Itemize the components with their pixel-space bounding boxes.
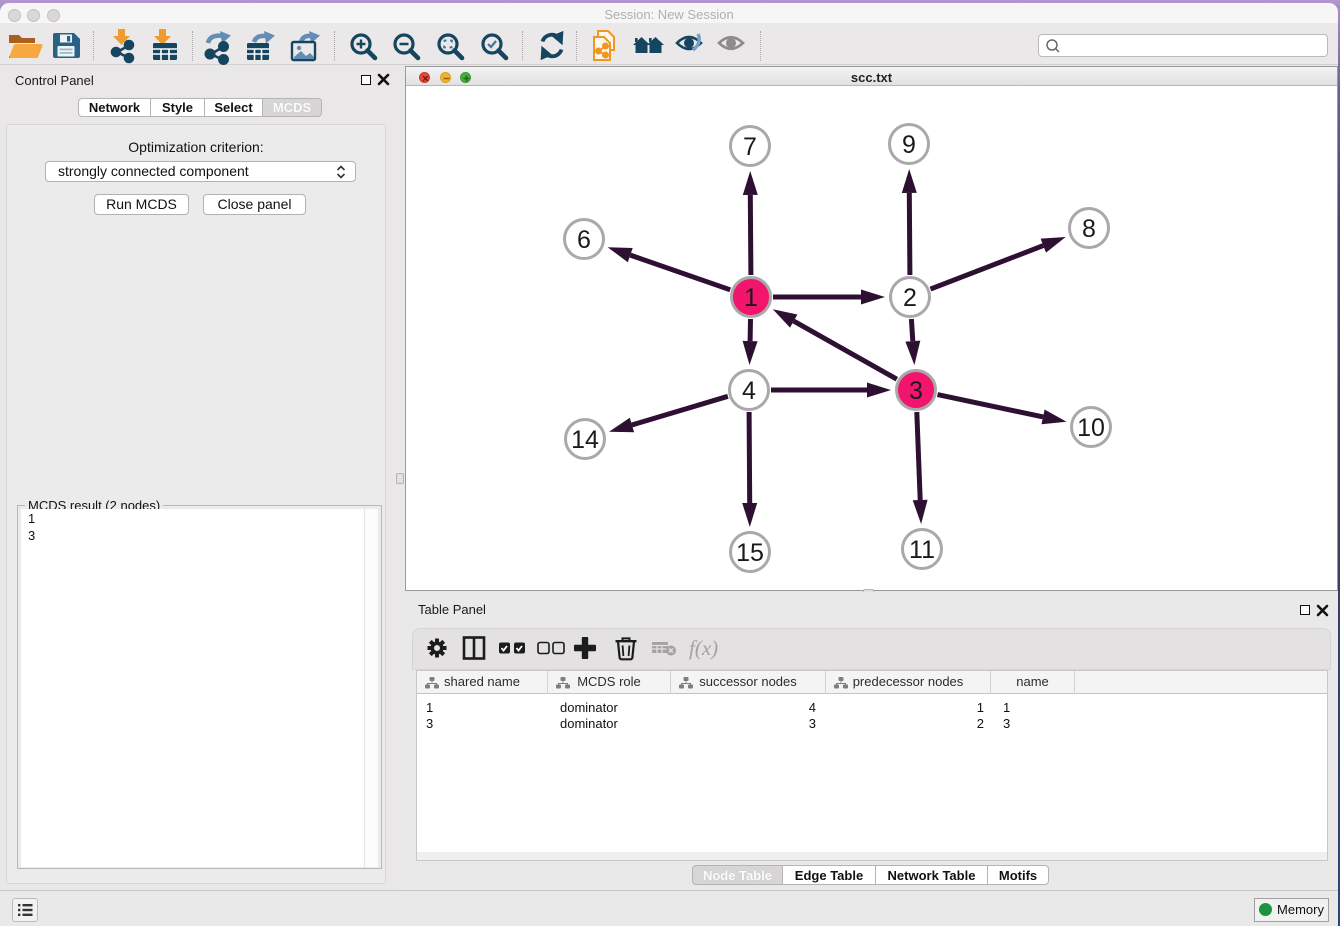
svg-text:7: 7 — [743, 133, 757, 161]
svg-text:9: 9 — [902, 131, 916, 159]
svg-text:3: 3 — [909, 377, 923, 405]
svg-text:2: 2 — [903, 284, 917, 312]
svg-text:10: 10 — [1077, 414, 1105, 442]
svg-text:8: 8 — [1082, 215, 1096, 243]
svg-text:15: 15 — [736, 539, 764, 567]
svg-text:4: 4 — [742, 377, 756, 405]
svg-text:1: 1 — [744, 284, 758, 312]
svg-text:f(x): f(x) — [689, 636, 718, 660]
svg-text:11: 11 — [909, 536, 935, 564]
svg-text:6: 6 — [577, 226, 591, 254]
svg-text:14: 14 — [571, 426, 599, 454]
